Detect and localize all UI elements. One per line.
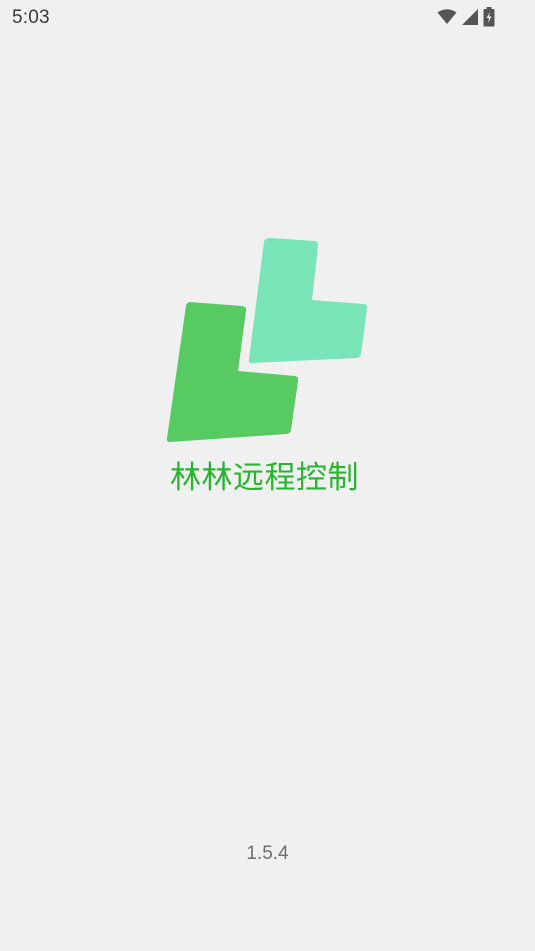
cellular-signal-icon [461,8,479,26]
status-bar: 5:03 [0,0,535,36]
status-time: 5:03 [12,7,50,28]
app-logo [160,232,375,447]
app-title: 林林远程控制 [170,460,359,496]
battery-charging-icon [483,7,495,27]
status-icons [437,7,495,27]
version-label: 1.5.4 [246,843,289,864]
wifi-icon [437,9,457,25]
logo-light-shape [248,238,368,363]
